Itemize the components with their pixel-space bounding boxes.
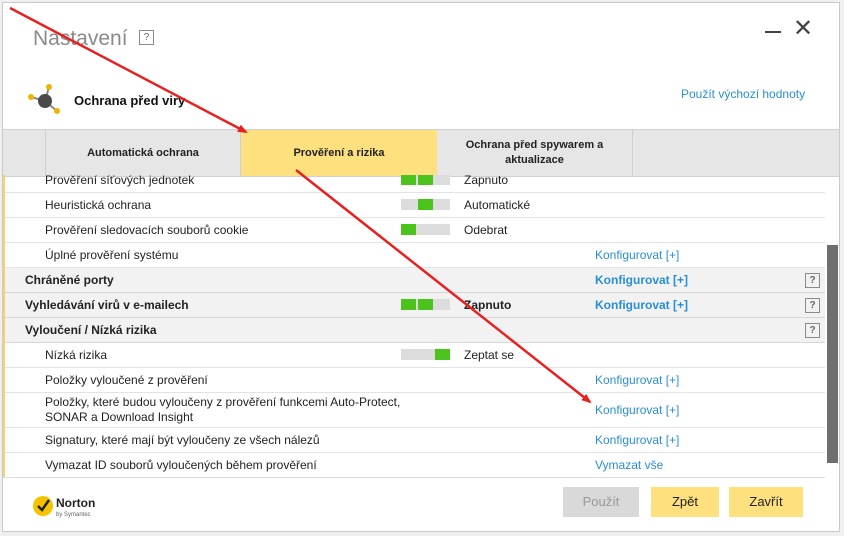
tab-auto-protect[interactable]: Automatická ochrana xyxy=(45,130,241,176)
row-label: Úplné prověření systému xyxy=(45,248,179,262)
norton-logo: Norton by Symantec xyxy=(33,496,95,518)
slider-segment xyxy=(418,224,433,235)
group-row[interactable]: Chráněné porty Konfigurovat [+]? xyxy=(5,268,825,293)
slider-segment xyxy=(401,349,416,360)
slider-segment xyxy=(418,175,433,185)
row-help-icon[interactable]: ? xyxy=(805,298,820,313)
setting-status: Zapnuto xyxy=(464,298,512,312)
back-button[interactable]: Zpět xyxy=(651,487,719,517)
section-title: Ochrana před viry xyxy=(74,93,186,108)
close-icon: ✕ xyxy=(792,15,814,42)
scrollbar-thumb[interactable] xyxy=(827,245,838,463)
settings-row[interactable]: Úplné prověření systému Konfigurovat [+] xyxy=(5,243,825,268)
settings-row[interactable]: Položky, které budou vyloučeny z prověře… xyxy=(5,393,825,428)
svg-text:Norton: Norton xyxy=(56,496,95,510)
configure-link[interactable]: Konfigurovat [+] xyxy=(595,403,679,417)
row-help-icon[interactable]: ? xyxy=(805,323,820,338)
configure-link[interactable]: Konfigurovat [+] xyxy=(595,273,688,287)
setting-slider[interactable] xyxy=(401,299,450,310)
setting-slider[interactable] xyxy=(401,175,450,185)
settings-window: Nastavení ? ✕ Ochrana před viry Použít v… xyxy=(2,2,840,532)
slider-segment xyxy=(401,199,416,210)
use-defaults-link[interactable]: Použít výchozí hodnoty xyxy=(681,87,805,101)
row-label: Nízká rizika xyxy=(45,348,108,362)
svg-text:by Symantec: by Symantec xyxy=(56,512,91,518)
row-label: Prověření síťových jednotek xyxy=(45,175,195,187)
row-label: Heuristická ochrana xyxy=(45,198,152,212)
slider-segment xyxy=(418,349,433,360)
setting-status: Odebrat xyxy=(464,223,508,237)
close-button[interactable]: Zavřít xyxy=(729,487,803,517)
settings-row[interactable]: Heuristická ochrana Automatické xyxy=(5,193,825,218)
configure-link[interactable]: Konfigurovat [+] xyxy=(595,248,679,262)
virus-protection-icon xyxy=(28,84,60,114)
row-label: Chráněné porty xyxy=(25,273,114,287)
settings-list: Prověření síťových jednotek Zapnuto Heuris… xyxy=(3,175,825,477)
row-label: Položky, které budou vyloučeny z prověře… xyxy=(45,395,401,424)
setting-status: Zapnuto xyxy=(464,175,509,187)
row-label: Vymazat ID souborů vyloučených během pro… xyxy=(45,458,317,472)
slider-segment xyxy=(435,224,450,235)
configure-link[interactable]: Konfigurovat [+] xyxy=(595,433,679,447)
slider-segment xyxy=(401,175,416,185)
footer-divider xyxy=(3,477,825,478)
group-row[interactable]: Vyloučení / Nízká rizika? xyxy=(5,318,825,343)
row-label: Signatury, které mají být vyloučeny ze v… xyxy=(45,433,320,447)
slider-segment xyxy=(401,299,416,310)
tab-bar: Automatická ochrana Prověření a rizika O… xyxy=(3,129,839,177)
setting-slider[interactable] xyxy=(401,349,450,360)
settings-row[interactable]: Nízká rizika Zeptat se xyxy=(5,343,825,368)
tab-spyware-and-updates[interactable]: Ochrana před spywarem a aktualizace xyxy=(437,130,633,176)
minimize-icon xyxy=(765,31,781,33)
setting-status: Automatické xyxy=(464,198,531,212)
apply-button[interactable]: Použít xyxy=(563,487,639,517)
row-help-icon[interactable]: ? xyxy=(805,273,820,288)
row-label: Vyhledávání virů v e-mailech xyxy=(25,298,189,312)
settings-row[interactable]: Položky vyloučené z prověření Konfigurova… xyxy=(5,368,825,393)
slider-segment xyxy=(435,199,450,210)
slider-segment xyxy=(435,349,450,360)
title-help-icon[interactable]: ? xyxy=(139,30,154,45)
slider-segment xyxy=(418,299,433,310)
setting-status: Zeptat se xyxy=(464,348,515,362)
row-label: Vyloučení / Nízká rizika xyxy=(25,323,157,337)
configure-link[interactable]: Vymazat vše xyxy=(595,458,663,472)
group-row[interactable]: Vyhledávání virů v e-mailech Zapnuto Konfi… xyxy=(5,293,825,318)
settings-row[interactable]: Vymazat ID souborů vyloučených během pro… xyxy=(5,453,825,477)
configure-link[interactable]: Konfigurovat [+] xyxy=(595,298,688,312)
setting-slider[interactable] xyxy=(401,224,450,235)
slider-segment xyxy=(435,299,450,310)
setting-slider[interactable] xyxy=(401,199,450,210)
settings-row[interactable]: Prověření síťových jednotek Zapnuto xyxy=(5,175,825,193)
row-label: Prověření sledovacích souborů cookie xyxy=(45,223,249,237)
tab-scans-and-risks[interactable]: Prověření a rizika xyxy=(241,130,437,176)
close-window-button[interactable]: ✕ xyxy=(791,17,815,41)
slider-segment xyxy=(401,224,416,235)
minimize-button[interactable] xyxy=(761,17,785,41)
configure-link[interactable]: Konfigurovat [+] xyxy=(595,373,679,387)
settings-row[interactable]: Prověření sledovacích souborů cookie Odeb… xyxy=(5,218,825,243)
slider-segment xyxy=(435,175,450,185)
settings-row[interactable]: Signatury, které mají být vyloučeny ze v… xyxy=(5,428,825,453)
slider-segment xyxy=(418,199,433,210)
row-label: Položky vyloučené z prověření xyxy=(45,373,208,387)
window-title: Nastavení xyxy=(33,27,128,50)
